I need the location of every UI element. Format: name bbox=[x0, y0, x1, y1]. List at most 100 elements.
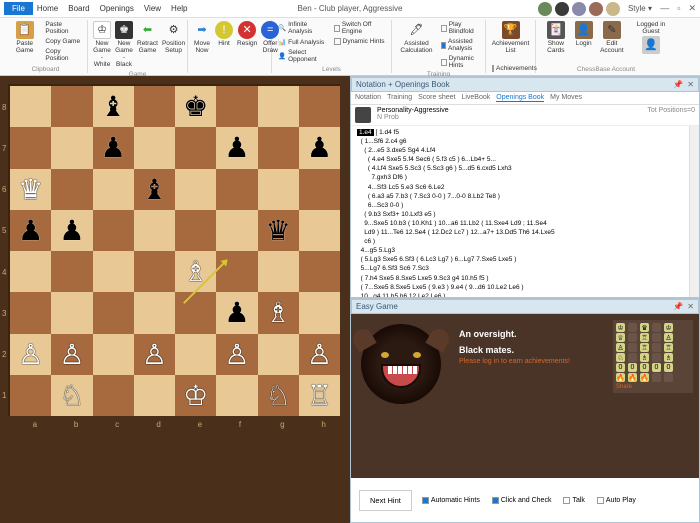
openings-moves-list[interactable]: 1.e4 [ 1.d4 f5 ( 1...Sf6 2.c4 g6 ( 2...e… bbox=[351, 126, 699, 297]
close-panel-icon[interactable]: ✕ bbox=[687, 302, 694, 311]
minimize-icon[interactable]: — bbox=[660, 3, 669, 14]
infinite-analysis-item[interactable]: 🔍Infinite Analysis bbox=[276, 20, 330, 36]
blindfold-checkbox[interactable]: Play Blindfold bbox=[439, 20, 481, 36]
panel-header-easygame[interactable]: Easy Game📌✕ bbox=[351, 299, 699, 314]
game-message-heading: An oversight. bbox=[459, 328, 570, 342]
paste-position-item[interactable]: Paste Position bbox=[43, 20, 83, 36]
group-label-account: ChessBase Account bbox=[540, 65, 672, 73]
personality-name: Personality-Aggressive bbox=[377, 107, 449, 114]
easy-game-panel: Easy Game📌✕ An oversight. Black mates. P… bbox=[350, 298, 700, 523]
maximize-icon[interactable]: ▫ bbox=[677, 3, 680, 14]
login-prompt[interactable]: Please log in to earn achievements! bbox=[459, 357, 570, 368]
position-setup-button[interactable]: ⚙Position Setup bbox=[161, 20, 186, 55]
close-panel-icon[interactable]: ✕ bbox=[687, 80, 694, 89]
hint-button[interactable]: !Hint bbox=[214, 20, 234, 48]
openings-book-panel: Notation + Openings Book📌✕ Notation Trai… bbox=[350, 76, 700, 298]
piece[interactable]: ♟ bbox=[216, 127, 257, 168]
piece[interactable]: ♟ bbox=[51, 210, 92, 251]
talk-checkbox[interactable]: Talk bbox=[563, 497, 584, 504]
piece[interactable]: ♚ bbox=[175, 86, 216, 127]
new-game-black-button[interactable]: ♚New Game - Black bbox=[114, 20, 134, 70]
column-headers: N Prob bbox=[377, 114, 449, 121]
paste-game-button[interactable]: 📋Paste Game bbox=[8, 20, 41, 55]
full-analysis-item[interactable]: 📊Full Analysis bbox=[276, 37, 330, 47]
window-title: Ben - Club player, Aggressive bbox=[298, 4, 403, 13]
switch-engine-checkbox[interactable]: Switch Off Engine bbox=[332, 20, 387, 36]
style-dropdown[interactable]: Style ▾ bbox=[628, 4, 652, 13]
assisted-calc-button[interactable]: 🖊Assisted Calculation bbox=[396, 20, 437, 55]
tab-scoresheet[interactable]: Score sheet bbox=[418, 94, 455, 102]
piece[interactable]: ♙ bbox=[299, 334, 340, 375]
piece[interactable]: ♛ bbox=[10, 169, 51, 210]
total-positions: Tot Positions=0 bbox=[647, 107, 695, 123]
board-panel: ♝♚♟♟♟♛♝♟♟♛♗♟♗♙♙♙♙♙♘♔♘♖ abcdefgh87654321 bbox=[0, 76, 350, 523]
group-label-clipboard: Clipboard bbox=[8, 65, 83, 73]
group-label-levels: Levels bbox=[276, 65, 387, 73]
piece[interactable]: ♘ bbox=[258, 375, 299, 416]
ribbon-toolbar: 📋Paste Game Paste Position Copy Game Cop… bbox=[0, 18, 700, 76]
piece[interactable]: ♙ bbox=[134, 334, 175, 375]
move-now-button[interactable]: ➡Move Now bbox=[192, 20, 212, 55]
copy-position-item[interactable]: Copy Position bbox=[43, 47, 83, 63]
personality-icon bbox=[355, 107, 371, 123]
menu-help[interactable]: Help bbox=[171, 4, 187, 13]
piece[interactable]: ♙ bbox=[51, 334, 92, 375]
piece[interactable]: ♗ bbox=[258, 292, 299, 333]
new-game-white-button[interactable]: ♔New Game - White bbox=[92, 20, 112, 70]
click-check-checkbox[interactable]: Click and Check bbox=[492, 497, 552, 504]
dynamic-hints2-checkbox[interactable]: Dynamic Hints bbox=[439, 54, 481, 70]
piece[interactable]: ♙ bbox=[216, 334, 257, 375]
piece[interactable]: ♘ bbox=[51, 375, 92, 416]
opponent-avatars[interactable] bbox=[538, 2, 620, 16]
piece[interactable]: ♟ bbox=[216, 292, 257, 333]
achievement-list-button[interactable]: 🏆Achievement List bbox=[490, 20, 531, 55]
next-hint-button[interactable]: Next Hint bbox=[359, 490, 412, 511]
retract-button[interactable]: ⬅Retract Game bbox=[136, 20, 159, 55]
piece[interactable]: ♛ bbox=[258, 210, 299, 251]
menu-board[interactable]: Board bbox=[68, 4, 89, 13]
piece[interactable]: ♟ bbox=[299, 127, 340, 168]
tab-training[interactable]: Training bbox=[387, 94, 412, 102]
select-opponent-item[interactable]: 👤Select Opponent bbox=[276, 48, 330, 64]
game-message-sub: Black mates. bbox=[459, 344, 570, 358]
close-icon[interactable]: ✕ bbox=[688, 3, 696, 14]
main-menu: Home Board Openings View Help bbox=[37, 4, 188, 13]
piece[interactable]: ♟ bbox=[93, 127, 134, 168]
pin-icon[interactable]: 📌 bbox=[673, 302, 683, 311]
auto-play-checkbox[interactable]: Auto Play bbox=[597, 497, 636, 504]
login-status: Logged in Guest👤 bbox=[630, 20, 672, 55]
pin-icon[interactable]: 📌 bbox=[673, 80, 683, 89]
menu-openings[interactable]: Openings bbox=[100, 4, 134, 13]
piece-capture-grid: ♔♛♔♕♖♙♙♖♖♘♗♗00000🔥🔥🔥Share bbox=[613, 320, 693, 393]
tab-notation[interactable]: Notation bbox=[355, 94, 381, 102]
copy-game-item[interactable]: Copy Game bbox=[43, 37, 83, 46]
piece[interactable]: ♖ bbox=[299, 375, 340, 416]
show-cards-button[interactable]: 🃏Show Cards bbox=[540, 20, 572, 55]
tab-openings-book[interactable]: Openings Book bbox=[496, 94, 544, 102]
tab-my-moves[interactable]: My Moves bbox=[550, 94, 582, 102]
title-bar: File Home Board Openings View Help Ben -… bbox=[0, 0, 700, 18]
auto-hints-checkbox[interactable]: Automatic Hints bbox=[422, 497, 480, 504]
notation-tabs: Notation Training Score sheet LiveBook O… bbox=[351, 92, 699, 105]
piece[interactable]: ♝ bbox=[134, 169, 175, 210]
assisted-analysis-checkbox[interactable]: Assisted Analysis bbox=[439, 37, 481, 53]
piece[interactable]: ♝ bbox=[93, 86, 134, 127]
piece[interactable]: ♟ bbox=[10, 210, 51, 251]
share-link[interactable]: Share bbox=[616, 384, 690, 390]
dynamic-hints-checkbox[interactable]: Dynamic Hints bbox=[332, 37, 387, 46]
file-menu[interactable]: File bbox=[4, 2, 33, 15]
piece[interactable]: ♙ bbox=[10, 334, 51, 375]
piece[interactable]: ♗ bbox=[175, 251, 216, 292]
menu-view[interactable]: View bbox=[144, 4, 161, 13]
scrollbar[interactable] bbox=[689, 126, 699, 297]
opponent-avatar-icon bbox=[361, 324, 441, 404]
achievements-checkbox[interactable]: Achievements bbox=[490, 64, 531, 73]
menu-home[interactable]: Home bbox=[37, 4, 58, 13]
tab-livebook[interactable]: LiveBook bbox=[461, 94, 490, 102]
chess-board[interactable]: ♝♚♟♟♟♛♝♟♟♛♗♟♗♙♙♙♙♙♘♔♘♖ bbox=[8, 84, 340, 416]
panel-header-openings[interactable]: Notation + Openings Book📌✕ bbox=[351, 77, 699, 92]
login-button[interactable]: 👤Login bbox=[574, 20, 594, 48]
resign-button[interactable]: ✕Resign bbox=[236, 20, 258, 48]
piece[interactable]: ♔ bbox=[175, 375, 216, 416]
edit-account-button[interactable]: ✎Edit Account bbox=[596, 20, 628, 55]
